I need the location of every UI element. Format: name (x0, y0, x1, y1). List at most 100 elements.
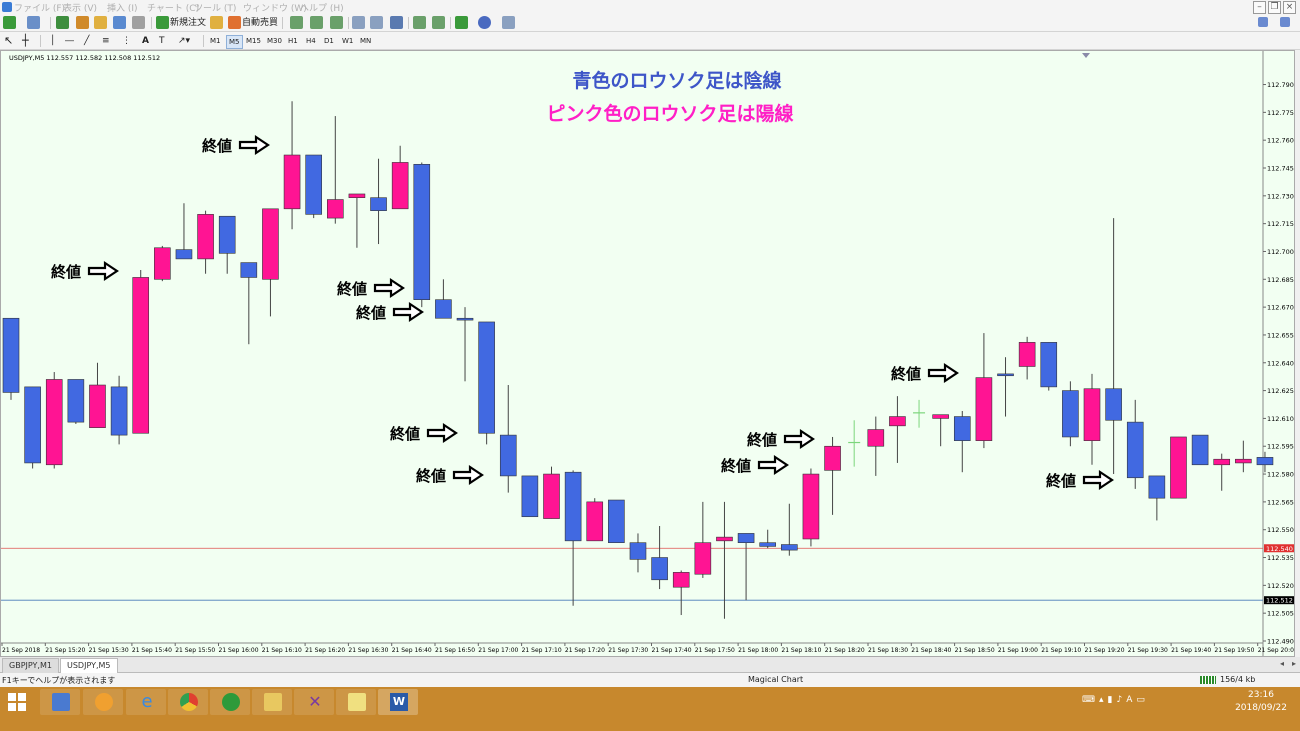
close-annotation: 終値 (337, 277, 405, 299)
label-icon[interactable]: T (159, 34, 165, 48)
candle-body (1256, 457, 1274, 466)
trendline-icon[interactable]: ╱ (84, 34, 89, 48)
tab-usdjpy-m5[interactable]: USDJPY,M5 (60, 658, 118, 674)
candle-body (629, 542, 647, 560)
auto-trade-button[interactable]: 自動売買 (242, 16, 278, 30)
tab-scroll-left-icon[interactable]: ◂ (1280, 659, 1284, 668)
new-chart-icon[interactable] (3, 16, 16, 29)
zoom-in-icon[interactable] (352, 16, 365, 29)
tab-scroll-right-icon[interactable]: ▸ (1292, 659, 1296, 668)
metaeditor-icon[interactable] (210, 16, 223, 29)
timeframe-w1[interactable]: W1 (340, 35, 355, 47)
menu-help[interactable]: ヘルプ (H) (300, 1, 344, 14)
start-button[interactable] (0, 689, 34, 715)
notification-icon[interactable]: ▭ (1136, 695, 1149, 705)
chart-shift-icon[interactable] (413, 16, 426, 29)
menu-tools[interactable]: ツール (T) (194, 1, 236, 14)
candle (110, 375, 128, 445)
market-watch-icon[interactable] (56, 16, 69, 29)
cursor-icon[interactable]: ↖ (4, 34, 13, 48)
horizontal-line-icon[interactable]: ― (65, 34, 74, 48)
indicators-icon[interactable] (455, 16, 468, 29)
menu-window[interactable]: ウィンドウ (W) (243, 1, 307, 14)
tile-windows-icon[interactable] (390, 16, 403, 29)
minimize-icon[interactable]: – (1253, 1, 1266, 14)
candle-chart-icon[interactable] (310, 16, 323, 29)
candle (802, 468, 820, 547)
timeframe-h4[interactable]: H4 (304, 35, 318, 47)
taskbar-app-orange[interactable] (83, 689, 123, 715)
crosshair-icon[interactable]: ┼ (22, 34, 29, 48)
candle (716, 501, 733, 619)
candle-body (651, 557, 668, 581)
vertical-line-icon[interactable]: │ (50, 34, 55, 48)
taskbar-ie[interactable]: e (126, 689, 166, 715)
line-chart-icon[interactable] (330, 16, 343, 29)
new-order-icon[interactable] (156, 16, 169, 29)
volume-icon[interactable]: ♪ (1116, 695, 1126, 705)
connection-icon (1200, 676, 1216, 684)
timeframe-d1[interactable]: D1 (322, 35, 336, 47)
text-icon[interactable]: A (142, 34, 149, 48)
zoom-out-icon[interactable] (370, 16, 383, 29)
menu-view[interactable]: 表示 (V) (63, 1, 97, 14)
keyboard-icon[interactable]: ⌨ (1082, 695, 1099, 705)
taskbar-folder[interactable] (252, 689, 292, 715)
fibo-icon[interactable]: ⋮ (122, 34, 131, 48)
auto-scroll-icon[interactable] (432, 16, 445, 29)
tab-gbpjpy-m1[interactable]: GBPJPY,M1 (2, 658, 59, 674)
price-chart[interactable]: 112.790 112.775 112.760 112.745 112.730 112.7… (1, 51, 1294, 656)
candle-body (67, 379, 85, 423)
candle-body (370, 197, 387, 211)
candle (240, 262, 258, 345)
taskbar-app-n[interactable] (210, 689, 250, 715)
app-icon[interactable] (2, 2, 12, 12)
candle-body (759, 542, 777, 547)
community-icon[interactable] (1280, 17, 1290, 27)
taskbar-app-folder2[interactable] (336, 689, 376, 715)
taskbar-app-x[interactable]: ✕ (294, 689, 334, 715)
search-icon[interactable] (1258, 17, 1268, 27)
menu-insert[interactable]: 挿入 (I) (107, 1, 138, 14)
close-annotation: 終値 (356, 301, 424, 323)
clock[interactable]: 23:16 2018/09/22 (1228, 689, 1294, 715)
templates-icon[interactable] (502, 16, 515, 29)
close-arrow-icon (757, 454, 789, 476)
profiles-icon[interactable] (27, 16, 40, 29)
menu-file[interactable]: ファイル (F) (14, 1, 65, 14)
candle-body (672, 572, 690, 588)
timeframe-m30[interactable]: M30 (265, 35, 284, 47)
timeframe-m15[interactable]: M15 (244, 35, 263, 47)
bar-chart-icon[interactable] (290, 16, 303, 29)
navigator-icon[interactable] (76, 16, 89, 29)
tray-arrow-icon[interactable]: ▴ (1099, 695, 1108, 705)
terminal-icon[interactable] (94, 16, 107, 29)
tester-icon[interactable] (113, 16, 126, 29)
candle (867, 416, 885, 476)
restore-icon[interactable]: ❐ (1268, 1, 1281, 14)
candle-body (240, 262, 258, 278)
taskbar-chrome[interactable] (168, 689, 208, 715)
taskbar-file-explorer[interactable] (40, 689, 80, 715)
candle-body (543, 473, 560, 519)
close-annotation: 終値 (51, 260, 119, 282)
timeframe-mn[interactable]: MN (358, 35, 373, 47)
timeframe-h1[interactable]: H1 (286, 35, 300, 47)
close-icon[interactable]: × (1283, 1, 1296, 14)
auto-trade-icon[interactable] (228, 16, 241, 29)
data-window-icon[interactable] (132, 16, 145, 29)
channel-icon[interactable]: ≡ (102, 34, 110, 48)
timeframe-m1[interactable]: M1 (208, 35, 223, 47)
ime-icon[interactable]: A (1126, 695, 1136, 705)
timeframe-m5[interactable]: M5 (226, 35, 243, 49)
status-help-text: F1キーでヘルプが表示されます (2, 676, 116, 685)
close-arrow-icon (452, 464, 484, 486)
menu-chart[interactable]: チャート (C) (147, 1, 199, 14)
candle-body (564, 471, 582, 542)
periods-icon[interactable] (478, 16, 491, 29)
chart-window[interactable]: 112.790 112.775 112.760 112.745 112.730 112.7… (0, 50, 1295, 657)
new-order-button[interactable]: 新規注文 (170, 16, 206, 30)
arrows-icon[interactable]: ↗▾ (178, 34, 190, 48)
candle-body (175, 249, 193, 260)
taskbar-word[interactable]: W (378, 689, 418, 715)
